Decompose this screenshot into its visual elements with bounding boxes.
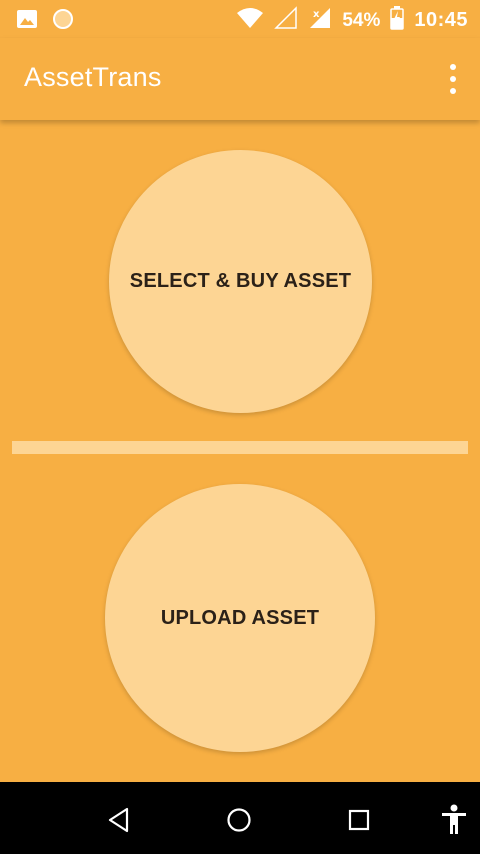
select-buy-asset-label: SELECT & BUY ASSET: [129, 270, 352, 292]
navigation-bar: [0, 782, 480, 854]
main-content: SELECT & BUY ASSET UPLOAD ASSET: [0, 120, 480, 782]
upload-asset-label: UPLOAD ASSET: [160, 606, 320, 629]
app-bar: AssetTrans: [0, 38, 480, 120]
app-title: AssetTrans: [24, 62, 162, 92]
status-time: 10:45: [414, 9, 468, 31]
image-icon: [16, 9, 38, 34]
signal-empty-icon: [274, 6, 298, 35]
overflow-menu-icon[interactable]: [448, 64, 458, 94]
menu-dot: [450, 76, 456, 82]
home-icon[interactable]: [221, 802, 257, 838]
svg-text:x: x: [313, 9, 320, 20]
accessibility-icon[interactable]: [436, 802, 472, 838]
select-buy-asset-button[interactable]: SELECT & BUY ASSET: [109, 150, 372, 413]
app-screen: x 54% 10:45 AssetTrans SELECT & BUY ASSE…: [0, 0, 480, 854]
divider: [12, 441, 468, 454]
battery-charging-icon: [390, 6, 405, 35]
upload-asset-button[interactable]: UPLOAD ASSET: [105, 484, 375, 752]
menu-dot: [450, 64, 456, 70]
recent-apps-icon[interactable]: [341, 802, 377, 838]
signal-no-data-icon: x: [308, 6, 332, 35]
status-bar: x 54% 10:45: [0, 0, 480, 38]
back-icon[interactable]: [101, 802, 137, 838]
circle-notification-icon: [52, 8, 74, 35]
wifi-icon: [236, 7, 264, 34]
battery-percent: 54%: [342, 9, 381, 31]
menu-dot: [450, 88, 456, 94]
